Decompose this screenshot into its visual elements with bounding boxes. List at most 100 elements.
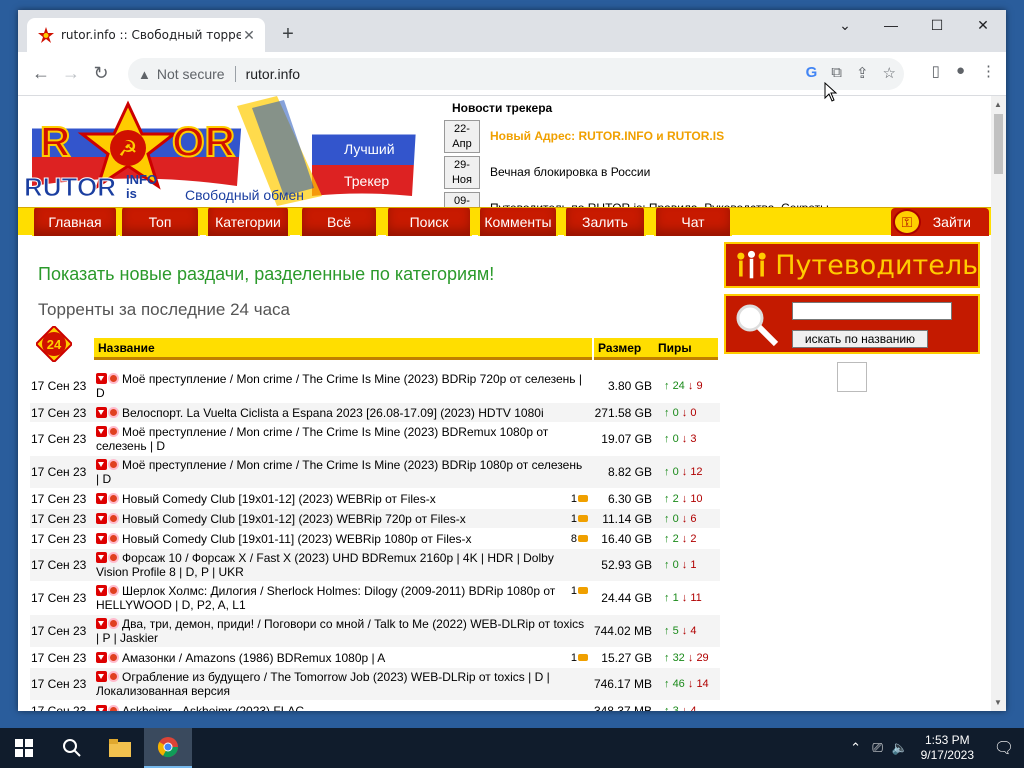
- close-window-button[interactable]: ✕: [960, 10, 1006, 40]
- page-scrollbar[interactable]: ▲ ▼: [991, 96, 1006, 711]
- clock[interactable]: 1:53 PM 9/17/2023: [921, 733, 974, 763]
- torrent-title-link[interactable]: Моё преступление / Mon crime / The Crime…: [96, 458, 582, 486]
- row-date: 17 Сен 23: [31, 677, 87, 691]
- menu-item-8[interactable]: Чат: [654, 208, 732, 236]
- torrent-title-link[interactable]: Моё преступление / Mon crime / The Crime…: [96, 425, 548, 453]
- magnet-icon[interactable]: [108, 532, 119, 544]
- comments-count[interactable]: 1: [571, 512, 588, 526]
- menu-item-7[interactable]: Залить: [564, 208, 646, 236]
- download-icon[interactable]: [96, 618, 107, 629]
- magnet-icon[interactable]: [108, 492, 119, 504]
- menu-item-5[interactable]: Поиск: [386, 208, 472, 236]
- download-icon[interactable]: [96, 373, 107, 384]
- scroll-thumb[interactable]: [994, 114, 1003, 174]
- forward-button[interactable]: →: [56, 59, 86, 89]
- chevron-up-icon[interactable]: ⌃: [845, 740, 867, 756]
- chrome-taskbar-icon[interactable]: [144, 728, 192, 768]
- header-peers[interactable]: Пиры: [654, 338, 718, 360]
- notifications-icon[interactable]: 🗨: [984, 738, 1024, 758]
- guide-banner[interactable]: Путеводитель: [724, 242, 980, 288]
- rutor-logo[interactable]: ☭ R OR RUTOR INFO is Свободный обмен Сам…: [22, 96, 442, 206]
- torrent-title-link[interactable]: Новый Comedy Club [19x01-12] (2023) WEBR…: [122, 512, 484, 526]
- magnet-icon[interactable]: [108, 618, 119, 629]
- magnet-icon[interactable]: [108, 459, 119, 470]
- magnet-icon[interactable]: [108, 512, 119, 524]
- torrent-title-link[interactable]: Велоспорт. La Vuelta Ciclista a Espana 2…: [122, 406, 544, 420]
- menu-kebab-icon[interactable]: ⋮: [981, 62, 996, 80]
- maximize-button[interactable]: ☐: [914, 10, 960, 40]
- magnet-icon[interactable]: [108, 585, 119, 596]
- network-icon[interactable]: ⎚: [867, 740, 889, 756]
- torrent-title-link[interactable]: Новый Comedy Club [19x01-12] (2023) WEBR…: [122, 492, 454, 506]
- search-input[interactable]: [792, 302, 952, 320]
- reload-button[interactable]: ↻: [86, 59, 116, 89]
- torrent-title-link[interactable]: Ограбление из будущего / The Tomorrow Jo…: [96, 670, 550, 698]
- menu-item-4[interactable]: Всё: [300, 208, 378, 236]
- share-icon[interactable]: ⇪: [856, 64, 869, 82]
- download-icon[interactable]: [96, 552, 107, 563]
- google-lens-icon[interactable]: G: [806, 64, 818, 82]
- url-text[interactable]: rutor.info: [246, 66, 300, 82]
- search-icon[interactable]: [48, 728, 96, 768]
- torrent-title-link[interactable]: Шерлок Холмс: Дилогия / Sherlock Holmes:…: [96, 584, 555, 612]
- magnet-icon[interactable]: [108, 426, 119, 437]
- menu-item-6[interactable]: Комменты: [478, 208, 558, 236]
- file-explorer-icon[interactable]: [96, 728, 144, 768]
- download-icon[interactable]: [96, 532, 107, 544]
- start-windows-icon[interactable]: [0, 728, 48, 768]
- news-link[interactable]: Новый Адрес: RUTOR.INFO и RUTOR.IS: [480, 129, 724, 143]
- download-icon[interactable]: [96, 492, 107, 504]
- magnet-icon[interactable]: [108, 552, 119, 563]
- close-tab-icon[interactable]: ✕: [241, 27, 257, 44]
- torrent-title-link[interactable]: Новый Comedy Club [19x01-11] (2023) WEBR…: [122, 532, 490, 546]
- menu-item-2[interactable]: Топ: [120, 208, 200, 236]
- login-button[interactable]: ⚿ Зайти: [891, 208, 989, 236]
- download-icon[interactable]: [96, 512, 107, 524]
- translate-icon[interactable]: ⧉: [831, 64, 842, 82]
- magnet-icon[interactable]: [108, 373, 119, 384]
- new-tab-button[interactable]: +: [276, 24, 300, 44]
- header-size[interactable]: Размер: [594, 338, 656, 360]
- row-date: 17 Сен 23: [31, 531, 87, 546]
- download-icon[interactable]: [96, 585, 107, 596]
- magnet-icon[interactable]: [108, 406, 119, 418]
- bookmark-star-icon[interactable]: ☆: [883, 64, 896, 82]
- comments-count[interactable]: 1: [571, 492, 588, 506]
- torrent-title-link[interactable]: Askheimr - Askheimr (2023) FLAC: [122, 704, 304, 712]
- tab-rutor[interactable]: rutor.info :: Свободный торрент ✕: [27, 18, 265, 52]
- download-icon[interactable]: [96, 426, 107, 437]
- download-icon[interactable]: [96, 651, 107, 663]
- magnet-icon[interactable]: [108, 704, 119, 711]
- minimize-button[interactable]: —: [868, 10, 914, 40]
- profile-icon[interactable]: ●: [956, 62, 965, 80]
- magnet-icon[interactable]: [108, 671, 119, 682]
- download-icon[interactable]: [96, 459, 107, 470]
- search-by-name-button[interactable]: искать по названию: [792, 330, 928, 348]
- header-name[interactable]: Название: [94, 338, 592, 360]
- back-button[interactable]: ←: [26, 59, 56, 89]
- tab-search-icon[interactable]: ⌄: [822, 10, 868, 40]
- download-icon[interactable]: [96, 704, 107, 711]
- torrent-title-link[interactable]: Амазонки / Amazons (1986) BDRemux 1080p …: [122, 651, 403, 665]
- comments-count[interactable]: 1: [571, 584, 588, 598]
- side-panel-icon[interactable]: ▯: [932, 62, 940, 80]
- scroll-up-arrow-icon[interactable]: ▲: [994, 100, 1002, 109]
- leechers-count: 0: [690, 406, 697, 419]
- not-secure-label[interactable]: Not secure: [157, 66, 225, 82]
- torrent-title-link[interactable]: Два, три, демон, приди! / Поговори со мн…: [96, 617, 584, 645]
- menu-item-1[interactable]: Главная: [32, 208, 118, 236]
- menu-item-3[interactable]: Категории: [206, 208, 290, 236]
- download-icon[interactable]: [96, 406, 107, 418]
- comments-count[interactable]: 8: [571, 532, 588, 546]
- volume-muted-icon[interactable]: 🔈: [889, 740, 911, 756]
- torrent-title-link[interactable]: Моё преступление / Mon crime / The Crime…: [96, 372, 582, 400]
- comments-count[interactable]: 1: [571, 651, 588, 665]
- download-icon[interactable]: [96, 671, 107, 682]
- torrent-title-link[interactable]: Форсаж 10 / Форсаж X / Fast X (2023) UHD…: [96, 551, 554, 579]
- warning-icon[interactable]: ▲: [138, 67, 151, 82]
- magnet-icon[interactable]: [108, 651, 119, 663]
- news-link[interactable]: Вечная блокировка в России: [480, 165, 650, 179]
- address-bar[interactable]: ▲ Not secure rutor.info G ⧉ ⇪ ☆: [128, 58, 904, 90]
- scroll-down-arrow-icon[interactable]: ▼: [994, 698, 1002, 707]
- new-torrents-by-category-link[interactable]: Показать новые раздачи, разделенные по к…: [38, 264, 494, 285]
